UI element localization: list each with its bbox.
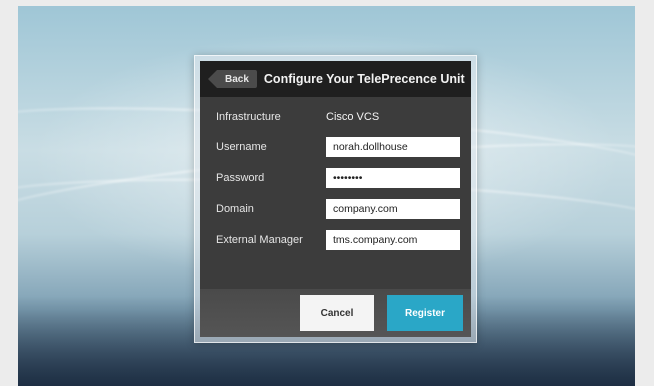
domain-field[interactable]: company.com: [326, 198, 460, 219]
register-button-label: Register: [404, 307, 445, 319]
cancel-button[interactable]: Cancel: [300, 295, 374, 331]
back-button-label: Back: [225, 73, 249, 85]
username-field[interactable]: norah.dollhouse: [326, 136, 460, 157]
domain-label: Domain: [216, 202, 254, 215]
infrastructure-label: Infrastructure: [216, 111, 281, 123]
dialog-footer: Cancel Register: [200, 289, 471, 337]
dialog-title: Configure Your TelePrecence Unit: [263, 72, 465, 86]
username-label: Username: [216, 140, 267, 153]
external-manager-label: External Manager: [216, 233, 303, 246]
password-label: Password: [216, 171, 265, 184]
domain-row: Domain company.com: [200, 193, 471, 224]
cancel-button-label: Cancel: [320, 307, 354, 319]
register-button[interactable]: Register: [387, 295, 463, 331]
password-row: Password ••••••••: [200, 162, 471, 193]
configure-dialog: Back Configure Your TelePrecence Unit In…: [194, 55, 477, 343]
external-manager-field[interactable]: tms.company.com: [326, 229, 460, 250]
back-button[interactable]: Back: [208, 70, 257, 88]
settings-form: Infrastructure Cisco VCS Username norah.…: [200, 97, 471, 255]
password-field[interactable]: ••••••••: [326, 167, 460, 188]
dialog-panel: Back Configure Your TelePrecence Unit In…: [200, 61, 471, 337]
infrastructure-row: Infrastructure Cisco VCS: [200, 103, 471, 131]
username-row: Username norah.dollhouse: [200, 131, 471, 162]
infrastructure-value: Cisco VCS: [326, 111, 380, 123]
external-manager-row: External Manager tms.company.com: [200, 224, 471, 255]
dialog-title-bar: Back Configure Your TelePrecence Unit: [200, 61, 471, 97]
